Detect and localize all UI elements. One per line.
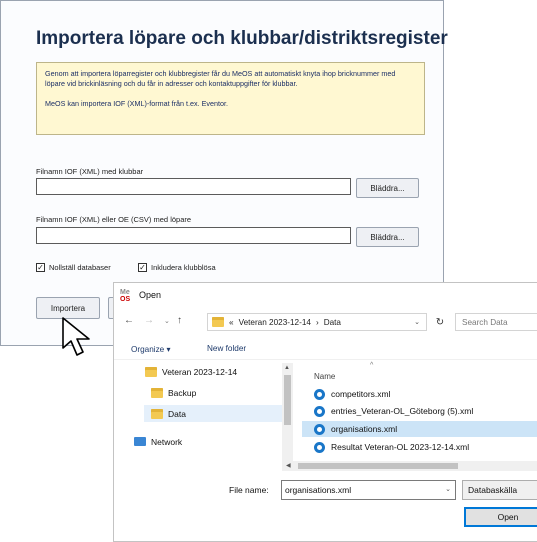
file-item[interactable]: competitors.xml bbox=[302, 386, 537, 402]
mouse-pointer-icon bbox=[62, 317, 90, 356]
info-box: Genom att importera löparregister och kl… bbox=[36, 62, 425, 135]
reset-databases-label: Nollställ databaser bbox=[49, 263, 111, 272]
runners-file-label: Filnamn IOF (XML) eller OE (CSV) med löp… bbox=[36, 215, 192, 224]
breadcrumb-item[interactable]: Veteran 2023-12-14 bbox=[239, 318, 311, 327]
xml-file-icon bbox=[314, 441, 325, 453]
recent-locations-chevron-icon[interactable]: ⌄ bbox=[164, 317, 170, 325]
new-folder-button[interactable]: New folder bbox=[207, 344, 246, 353]
navigation-pane: Veteran 2023-12-14 Backup Data Network bbox=[114, 363, 282, 467]
scroll-left-icon[interactable]: ◀ bbox=[286, 462, 291, 469]
dialog-title: Open bbox=[139, 290, 162, 300]
nav-item-veteran-folder[interactable]: Veteran 2023-12-14 bbox=[145, 363, 275, 380]
page-title: Importera löpare och klubbar/distriktsre… bbox=[36, 28, 448, 49]
file-item[interactable]: Resultat Veteran-OL 2023-12-14.xml bbox=[302, 439, 537, 455]
navigation-bar: ← → ⌄ ↑ « Veteran 2023-12-14 › Data ⌄ ↻ … bbox=[114, 309, 537, 331]
reset-databases-checkbox[interactable]: ✓ Nollställ databaser bbox=[36, 263, 111, 272]
chevron-down-icon[interactable]: ⌄ bbox=[445, 485, 451, 493]
info-text-formats: MeOS kan importera IOF (XML)-format från… bbox=[45, 99, 228, 108]
folder-icon bbox=[151, 387, 163, 398]
file-name-input[interactable]: organisations.xml ⌄ bbox=[281, 480, 456, 500]
nav-item-data[interactable]: Data bbox=[144, 405, 282, 422]
browse-runners-button[interactable]: Bläddra... bbox=[356, 227, 419, 247]
xml-file-icon bbox=[314, 405, 325, 417]
forward-arrow-icon[interactable]: → bbox=[144, 315, 154, 326]
clubs-file-label: Filnamn IOF (XML) med klubbar bbox=[36, 167, 144, 176]
up-arrow-icon[interactable]: ↑ bbox=[177, 315, 182, 326]
sort-ascending-icon: ^ bbox=[370, 362, 374, 369]
refresh-icon[interactable]: ↻ bbox=[430, 313, 450, 331]
navigation-scrollbar[interactable]: ▲ ▼ bbox=[282, 363, 293, 469]
include-clubless-checkbox[interactable]: ✓ Inkludera klubblösa bbox=[138, 263, 216, 272]
address-dropdown-icon[interactable]: ⌄ bbox=[414, 318, 420, 326]
back-arrow-icon[interactable]: ← bbox=[124, 315, 134, 326]
search-input[interactable]: Search Data bbox=[455, 313, 537, 331]
browse-clubs-button[interactable]: Bläddra... bbox=[356, 178, 419, 198]
organize-menu-button[interactable]: Organize ▾ bbox=[131, 344, 171, 354]
scrollbar-thumb[interactable] bbox=[284, 375, 291, 425]
nav-item-backup[interactable]: Backup bbox=[151, 384, 275, 401]
include-clubless-label: Inkludera klubblösa bbox=[151, 263, 216, 272]
file-list-scrollbar[interactable]: ◀ bbox=[282, 461, 537, 471]
clubs-file-input[interactable] bbox=[36, 178, 351, 195]
scrollbar-thumb[interactable] bbox=[298, 463, 458, 469]
network-icon bbox=[134, 437, 146, 446]
nav-item-network[interactable]: Network bbox=[134, 433, 274, 450]
dialog-toolbar: Organize ▾ New folder bbox=[114, 339, 537, 360]
info-text: Genom att importera löparregister och kl… bbox=[45, 69, 396, 88]
checkmark-icon: ✓ bbox=[36, 263, 45, 272]
address-bar[interactable]: « Veteran 2023-12-14 › Data ⌄ bbox=[207, 313, 427, 331]
import-button[interactable]: Importera bbox=[36, 297, 100, 319]
file-name-label: File name: bbox=[229, 485, 269, 495]
open-file-dialog: Me OS Open ← → ⌄ ↑ « Veteran 2023-12-14 … bbox=[113, 282, 537, 542]
open-button[interactable]: Open bbox=[464, 507, 537, 527]
folder-icon bbox=[145, 366, 157, 377]
xml-file-icon bbox=[314, 423, 325, 435]
meos-app-icon: Me OS bbox=[120, 288, 131, 303]
column-header-name[interactable]: Name bbox=[314, 372, 335, 381]
xml-file-icon bbox=[314, 388, 325, 400]
runners-file-input[interactable] bbox=[36, 227, 351, 244]
dialog-title-bar: Me OS Open bbox=[120, 287, 161, 303]
breadcrumb-current[interactable]: Data bbox=[324, 318, 341, 327]
file-type-select[interactable]: Databaskälla bbox=[462, 480, 537, 500]
folder-icon bbox=[212, 317, 224, 327]
checkmark-icon: ✓ bbox=[138, 263, 147, 272]
folder-icon bbox=[151, 408, 163, 419]
scroll-up-icon[interactable]: ▲ bbox=[284, 365, 290, 371]
file-item-selected[interactable]: organisations.xml bbox=[302, 421, 537, 437]
file-item[interactable]: entries_Veteran-OL_Göteborg (5).xml bbox=[302, 403, 537, 419]
